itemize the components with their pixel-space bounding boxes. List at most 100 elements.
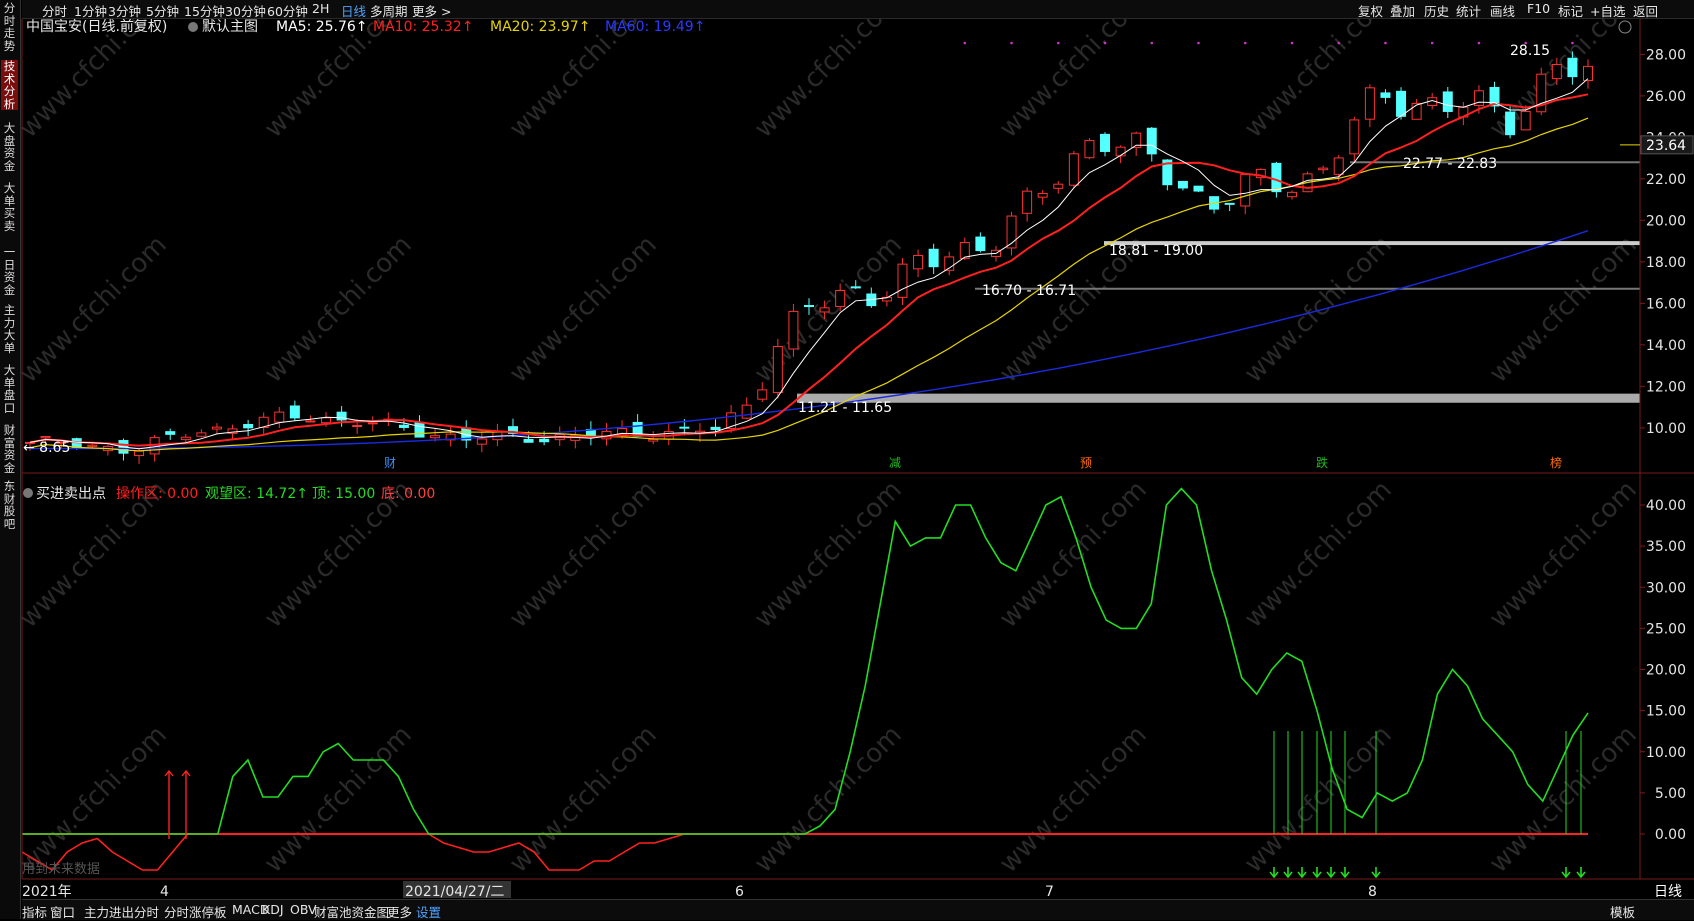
price-tick: 28.00	[1646, 47, 1686, 63]
candle-body	[1318, 167, 1329, 171]
candle-body	[196, 432, 207, 437]
candle-body	[1037, 193, 1048, 198]
high-annotation: 28.15	[1510, 43, 1550, 59]
candle-body	[211, 426, 222, 430]
candle-body	[1333, 157, 1344, 175]
indicator-dropdown-icon[interactable]	[23, 488, 33, 498]
candle-body	[1442, 91, 1453, 112]
candle-body	[476, 438, 487, 445]
period-2[interactable]: 1分钟	[74, 1, 107, 20]
watermark-text: www.cfchi.com	[504, 475, 663, 634]
ma5-label: MA5: 25.76↑	[276, 19, 368, 35]
toolbar-btn-9[interactable]: 返回	[1633, 1, 1658, 20]
period-5[interactable]: 15分钟	[184, 1, 225, 20]
event-dot	[1197, 41, 1200, 45]
candle-body	[1567, 57, 1578, 78]
period-3[interactable]: 3分钟	[108, 1, 141, 20]
candle-body	[352, 425, 363, 428]
watermark-text: www.cfchi.com	[1239, 230, 1398, 389]
date-tick: 2021/04/27/二	[405, 884, 504, 899]
event-marker: 榜	[1550, 455, 1562, 470]
period-6[interactable]: 30分钟	[225, 1, 266, 20]
ma10-label: MA10: 25.32↑	[373, 19, 473, 35]
candle-body	[1349, 119, 1360, 155]
date-tick: 4	[160, 884, 169, 899]
candle-body	[539, 438, 550, 443]
candle-body	[40, 436, 51, 439]
candle-body	[804, 305, 814, 308]
watermark-text: www.cfchi.com	[994, 475, 1153, 634]
bottom-tab-2[interactable]: 窗口	[50, 902, 75, 921]
bottom-tab-4[interactable]: 分时涨停板	[164, 902, 227, 921]
event-dot	[1430, 41, 1434, 45]
candle-body	[336, 411, 347, 421]
toolbar-btn-6[interactable]: F10	[1527, 1, 1550, 16]
watermark-text: www.cfchi.com	[749, 720, 908, 879]
toolbar-btn-1[interactable]: 复权	[1358, 1, 1383, 20]
period-4[interactable]: 5分钟	[146, 1, 179, 20]
candle-body	[1146, 127, 1157, 155]
sub-tick: 0.00	[1655, 827, 1686, 843]
future-note: 用到未来数据	[22, 862, 100, 877]
event-dot	[963, 41, 967, 45]
event-dot	[1243, 41, 1247, 45]
watermark-text: www.cfchi.com	[14, 19, 173, 144]
event-dot	[1477, 41, 1481, 45]
sell-arrow-icon	[1297, 867, 1307, 879]
event-dot	[1290, 41, 1294, 45]
ma60-label: MA60: 19.49↑	[605, 19, 705, 35]
date-tick: 8	[1368, 884, 1377, 899]
ma20-label: MA20: 23.97↑	[490, 19, 590, 35]
watermark-text: www.cfchi.com	[14, 230, 173, 389]
bottom-tab-8[interactable]: 财富池资金图	[314, 902, 389, 921]
candle-body	[1396, 90, 1407, 117]
bottom-tab-3[interactable]: 主力进出分时	[84, 902, 159, 921]
indicator-tabbar: 指标 窗口 主力进出分时 分时涨停板 MACD KDJ OBV 财富池资金图 更多 设置 模板	[22, 899, 1694, 920]
period-7[interactable]: 60分钟	[267, 1, 308, 20]
bottom-tab-7[interactable]: OBV	[290, 902, 317, 917]
price-tick: 16.00	[1646, 296, 1686, 312]
sub-tick: 10.00	[1646, 745, 1686, 761]
period-1[interactable]: 分时	[42, 1, 67, 20]
candle-body	[913, 254, 924, 270]
toolbar-btn-7[interactable]: 标记	[1558, 1, 1583, 20]
toolbar-btn-4[interactable]: 统计	[1456, 1, 1481, 20]
candle-body	[87, 444, 98, 447]
candle-body	[788, 310, 799, 350]
sub-tick: 35.00	[1646, 539, 1686, 555]
event-marker: 财	[384, 456, 396, 470]
template-button[interactable]: 模板	[1610, 902, 1635, 921]
candle-body	[414, 421, 425, 438]
candle-body	[398, 424, 409, 428]
bottom-tab-6[interactable]: KDJ	[262, 902, 284, 917]
period-10[interactable]: 多周期	[370, 1, 408, 20]
candle-body	[757, 389, 768, 400]
price-tick: 10.00	[1646, 421, 1686, 437]
date-tick: 6	[735, 884, 744, 899]
bottom-tab-9[interactable]: 更多	[387, 902, 412, 921]
period-8[interactable]: 2H	[312, 1, 329, 16]
candle-body	[1068, 153, 1079, 186]
toolbar-btn-8[interactable]: +自选	[1590, 1, 1625, 20]
template-dropdown-icon[interactable]	[188, 22, 198, 32]
period-11[interactable]: 更多 >	[412, 1, 451, 20]
toolbar-btn-5[interactable]: 画线	[1490, 1, 1515, 20]
sell-arrow-icon	[1312, 867, 1322, 879]
date-tick: 7	[1045, 884, 1054, 899]
price-tick: 18.00	[1646, 255, 1686, 271]
price-tick: 20.00	[1646, 213, 1686, 229]
bottom-tab-10[interactable]: 设置	[416, 902, 441, 921]
candle-body	[305, 420, 316, 423]
chart-area[interactable]: www.cfchi.com www.cfchi.com www.cfchi.com w…	[0, 19, 1694, 899]
toolbar-btn-2[interactable]: 叠加	[1390, 1, 1415, 20]
watermark-text: www.cfchi.com	[259, 230, 418, 389]
price-tick: 12.00	[1646, 379, 1686, 395]
candle-body	[1411, 102, 1422, 120]
candle-body	[165, 431, 176, 435]
candle-body	[274, 411, 285, 423]
candle-body	[1115, 146, 1126, 157]
period-9[interactable]: 日线	[341, 1, 366, 20]
toolbar-btn-3[interactable]: 历史	[1424, 1, 1449, 20]
bottom-tab-1[interactable]: 指标	[22, 902, 47, 921]
price-tick: 22.00	[1646, 172, 1686, 188]
